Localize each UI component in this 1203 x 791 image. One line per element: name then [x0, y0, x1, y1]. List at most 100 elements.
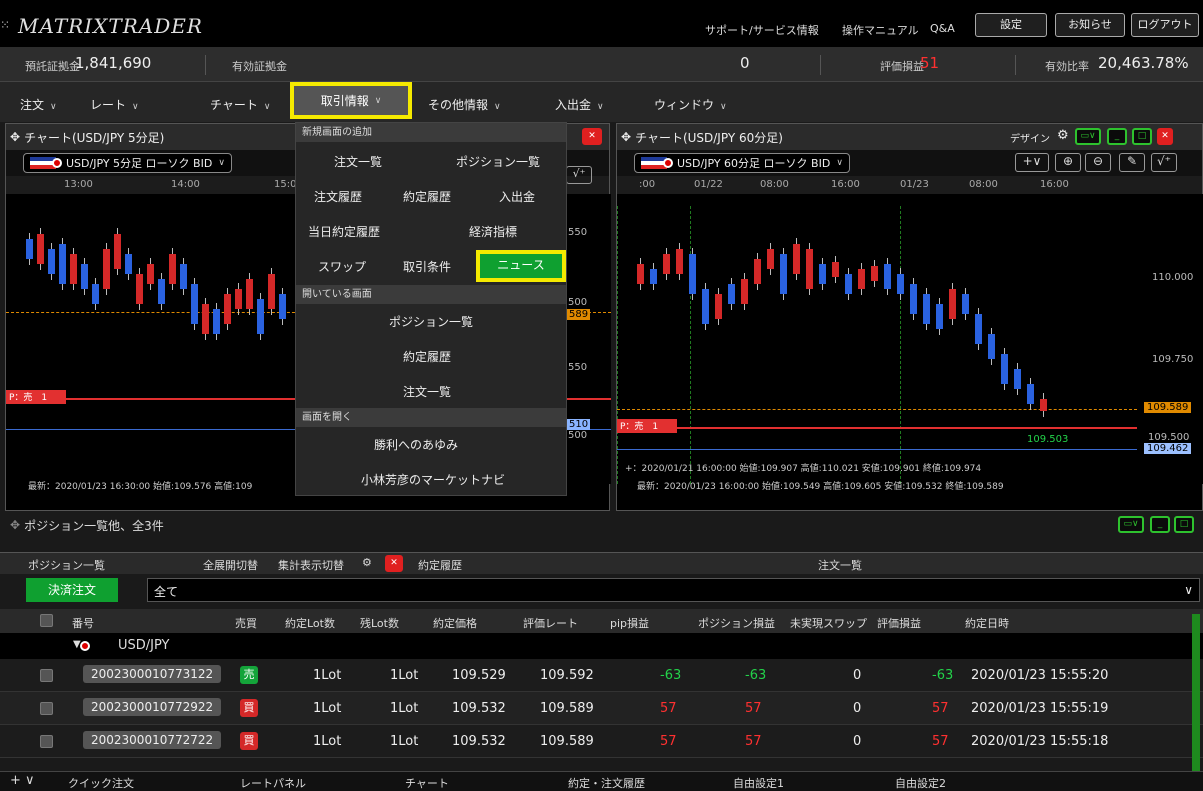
- manual-link[interactable]: 操作マニュアル: [842, 22, 919, 38]
- notice-button[interactable]: お知らせ: [1055, 13, 1125, 37]
- menu-item-order-history[interactable]: 注文履歴: [314, 188, 362, 205]
- time-label: 16:00: [831, 179, 860, 190]
- menu-item-swap[interactable]: スワップ: [318, 258, 366, 275]
- menu-item-open-position[interactable]: ポジション一覧: [389, 313, 473, 330]
- menu-deposit[interactable]: 入出金 ∨: [555, 96, 604, 113]
- tab-exec-history[interactable]: 約定履歴: [418, 557, 462, 573]
- menu-item-econ[interactable]: 経済指標: [469, 223, 517, 240]
- col-swap[interactable]: 未実現スワップ: [790, 615, 867, 631]
- col-rate[interactable]: 評価レート: [523, 615, 578, 631]
- menu-item-position-list[interactable]: ポジション一覧: [456, 153, 540, 170]
- candle: [780, 254, 787, 294]
- settings-button[interactable]: 設定: [975, 13, 1047, 37]
- move-icon[interactable]: ✥: [621, 130, 631, 144]
- symbol-select[interactable]: USD/JPY 5分足 ローソク BID ∨: [23, 153, 232, 173]
- chart-titlebar[interactable]: ✥ チャート(USD/JPY 60分足) デザイン ⚙ ▭∨ _ □ ✕: [617, 124, 1202, 150]
- minimize-button[interactable]: _: [1107, 128, 1127, 145]
- col-lot[interactable]: 約定Lot数: [285, 615, 335, 631]
- menu-window[interactable]: ウィンドウ ∨: [654, 96, 727, 113]
- menu-rate[interactable]: レート ∨: [90, 96, 139, 113]
- draw-tool-icon[interactable]: √⁺: [1151, 153, 1177, 172]
- menu-item-conditions[interactable]: 取引条件: [403, 258, 451, 275]
- menu-item-victory[interactable]: 勝利へのあゆみ: [374, 436, 458, 453]
- footer-tab-custom1[interactable]: 自由設定1: [733, 775, 784, 791]
- ratio-value: 20,463.78%: [1098, 54, 1189, 72]
- table-row[interactable]: 2002300010773122 売 1Lot 1Lot 109.529 109.592 -…: [0, 659, 1203, 692]
- maximize-button[interactable]: □: [1174, 516, 1194, 533]
- col-remain[interactable]: 残Lot数: [360, 615, 399, 631]
- candle: [988, 334, 995, 359]
- close-icon[interactable]: ✕: [582, 128, 602, 145]
- table-row[interactable]: 2002300010772922 買 1Lot 1Lot 109.532 109.589 5…: [0, 692, 1203, 725]
- menu-chart[interactable]: チャート ∨: [210, 96, 270, 113]
- menu-item-open-order[interactable]: 注文一覧: [403, 383, 451, 400]
- group-row[interactable]: ▼ USD/JPY: [0, 633, 1203, 659]
- col-side[interactable]: 売買: [235, 615, 257, 631]
- close-icon[interactable]: ✕: [1157, 128, 1173, 145]
- col-time[interactable]: 約定日時: [965, 615, 1009, 631]
- design-label[interactable]: デザイン: [1010, 130, 1050, 145]
- scrollbar[interactable]: [1192, 614, 1200, 776]
- position-line: [617, 427, 1137, 429]
- row-checkbox[interactable]: [40, 669, 53, 682]
- menu-item-open-exec[interactable]: 約定履歴: [403, 348, 451, 365]
- close-icon[interactable]: ✕: [385, 555, 403, 572]
- minimize-button[interactable]: _: [1150, 516, 1170, 533]
- summary-toggle[interactable]: 集計表示切替: [278, 557, 344, 573]
- symbol-select[interactable]: USD/JPY 60分足 ローソク BID ∨: [634, 153, 850, 173]
- footer-tab-chart[interactable]: チャート: [405, 775, 449, 791]
- gear-icon[interactable]: ⚙: [1057, 128, 1069, 143]
- col-pip[interactable]: pip損益: [610, 615, 649, 631]
- footer-tab-custom2[interactable]: 自由設定2: [895, 775, 946, 791]
- menu-item-kobayashi[interactable]: 小林芳彦のマーケットナビ: [361, 471, 505, 488]
- candle: [48, 249, 55, 274]
- filter-select[interactable]: 全て ∨: [147, 578, 1200, 602]
- pen-icon[interactable]: ✎: [1119, 153, 1145, 172]
- menu-trade-info[interactable]: 取引情報 ∨: [290, 82, 412, 119]
- menu-item-news[interactable]: ニュース: [476, 250, 566, 282]
- col-price[interactable]: 約定価格: [433, 615, 477, 631]
- col-number[interactable]: 番号: [72, 615, 94, 631]
- move-icon[interactable]: ✥: [10, 130, 20, 144]
- col-pl[interactable]: 評価損益: [877, 615, 921, 631]
- menu-item-exec-history[interactable]: 約定履歴: [403, 188, 451, 205]
- panel-titlebar[interactable]: ✥ ポジション一覧他、全3件 ▭∨ _ □: [0, 514, 1203, 536]
- crosshair-icon[interactable]: +∨: [1015, 153, 1049, 172]
- zoom-out-icon[interactable]: ⊖: [1085, 153, 1111, 172]
- qa-link[interactable]: Q&A: [930, 22, 955, 35]
- menu-item-deposit[interactable]: 入出金: [499, 188, 535, 205]
- move-icon[interactable]: ✥: [10, 518, 20, 532]
- candle: [702, 289, 709, 324]
- menu-rate-label: レート: [90, 98, 127, 112]
- draw-tool-icon[interactable]: √⁺: [566, 166, 592, 184]
- footer-tab-quick[interactable]: クイック注文: [68, 775, 134, 791]
- tab-position-list[interactable]: ポジション一覧: [28, 557, 105, 573]
- add-icon[interactable]: + ∨: [10, 773, 35, 788]
- support-link[interactable]: サポート/サービス情報: [705, 22, 819, 38]
- expand-toggle[interactable]: 全展開切替: [203, 557, 258, 573]
- footer-tab-exec[interactable]: 約定・注文履歴: [568, 775, 645, 791]
- footer-tab-rate[interactable]: レートパネル: [240, 775, 306, 791]
- price-label: 110.000: [1152, 272, 1194, 283]
- top-bar: ⁙ MATRIXTRADER サポート/サービス情報 操作マニュアル Q&A 設…: [0, 0, 1203, 47]
- table-header: 番号 売買 約定Lot数 残Lot数 約定価格 評価レート pip損益 ポジショ…: [0, 609, 1203, 633]
- dropdown-window-button[interactable]: ▭∨: [1075, 128, 1101, 145]
- table-row[interactable]: 2002300010772722 買 1Lot 1Lot 109.532 109.589 5…: [0, 725, 1203, 758]
- row-checkbox[interactable]: [40, 735, 53, 748]
- maximize-button[interactable]: □: [1132, 128, 1152, 145]
- zoom-in-icon[interactable]: ⊕: [1055, 153, 1081, 172]
- menu-item-today-exec[interactable]: 当日約定履歴: [308, 223, 380, 240]
- divider: [205, 55, 206, 75]
- dropdown-window-button[interactable]: ▭∨: [1118, 516, 1144, 533]
- settle-order-button[interactable]: 決済注文: [26, 578, 118, 602]
- col-pos-pl[interactable]: ポジション損益: [698, 615, 775, 631]
- select-all-checkbox[interactable]: [40, 614, 53, 627]
- menu-order[interactable]: 注文 ∨: [20, 96, 57, 113]
- tab-order-list[interactable]: 注文一覧: [818, 557, 862, 573]
- price-cell: 109.529: [452, 668, 506, 683]
- gear-icon[interactable]: ⚙: [362, 556, 372, 569]
- menu-item-order-list[interactable]: 注文一覧: [334, 153, 382, 170]
- row-checkbox[interactable]: [40, 702, 53, 715]
- menu-other[interactable]: その他情報 ∨: [428, 96, 501, 113]
- logout-button[interactable]: ログアウト: [1131, 13, 1199, 37]
